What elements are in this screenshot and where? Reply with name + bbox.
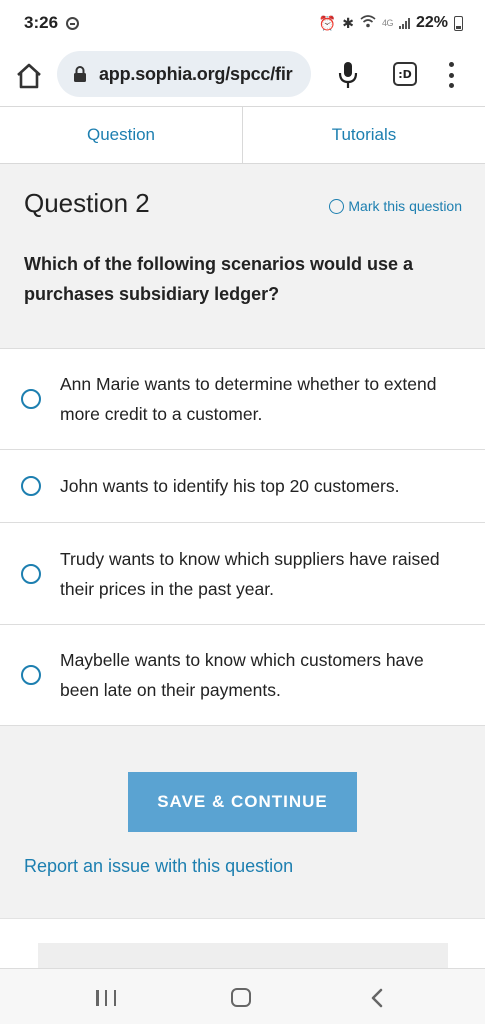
question-title: Question 2 (24, 188, 150, 218)
do-not-disturb-icon (66, 17, 79, 30)
mark-question-button[interactable]: Mark this question (329, 198, 462, 214)
mic-icon[interactable] (337, 60, 359, 90)
radio-button[interactable] (21, 665, 41, 685)
alarm-icon: ⏰ (318, 14, 337, 31)
status-bar: 3:26 ⏰ ✱ 4G 22% (0, 0, 485, 48)
home-icon[interactable] (14, 61, 44, 91)
page-footer (0, 918, 485, 969)
answer-options: Ann Marie wants to determine whether to … (0, 349, 485, 726)
status-icons: ⏰ ✱ 4G 22% (319, 14, 463, 32)
tab-tutorials[interactable]: Tutorials (242, 107, 485, 163)
question-prompt: Which of the following scenarios would u… (24, 254, 414, 304)
network-type-label: 4G (381, 18, 394, 28)
answer-option-text: John wants to identify his top 20 custom… (60, 476, 400, 496)
radio-button[interactable] (21, 389, 41, 409)
tab-switcher-icon[interactable]: :D (393, 62, 417, 86)
status-time: 3:26 (24, 13, 59, 32)
tab-question[interactable]: Question (0, 107, 242, 163)
battery-percent: 22% (415, 14, 448, 31)
question-header: Question 2 Mark this question Which of t… (0, 164, 485, 349)
answer-option-text: Maybelle wants to know which customers h… (60, 650, 424, 700)
signal-icon (398, 17, 410, 29)
battery-icon (454, 15, 463, 31)
wifi-icon (360, 15, 376, 31)
footer-card (38, 943, 448, 969)
recent-apps-icon[interactable] (96, 990, 116, 1006)
report-issue-link[interactable]: Report an issue with this question (24, 856, 293, 877)
browser-toolbar: app.sophia.org/spcc/fir :D (0, 48, 485, 106)
answer-option[interactable]: John wants to identify his top 20 custom… (0, 450, 485, 523)
bluetooth-icon: ✱ (342, 14, 354, 31)
save-continue-button[interactable]: SAVE & CONTINUE (128, 772, 357, 832)
radio-button[interactable] (21, 476, 41, 496)
answer-option-text: Ann Marie wants to determine whether to … (60, 374, 437, 424)
tab-bar: Question Tutorials (0, 106, 485, 164)
more-menu-icon[interactable] (446, 62, 456, 88)
address-bar[interactable]: app.sophia.org/spcc/fir (57, 51, 311, 97)
home-button-icon[interactable] (231, 988, 251, 1007)
lock-icon (74, 66, 86, 82)
url-text: app.sophia.org/spcc/fir (99, 63, 293, 84)
back-icon[interactable] (370, 987, 384, 1009)
mark-question-label: Mark this question (348, 198, 462, 214)
answer-option[interactable]: Trudy wants to know which suppliers have… (0, 523, 485, 625)
answer-option[interactable]: Ann Marie wants to determine whether to … (0, 349, 485, 450)
circle-icon (329, 198, 345, 214)
answer-option[interactable]: Maybelle wants to know which customers h… (0, 625, 485, 726)
system-nav-bar (0, 968, 485, 1024)
answer-option-text: Trudy wants to know which suppliers have… (60, 548, 440, 599)
radio-button[interactable] (21, 563, 41, 584)
